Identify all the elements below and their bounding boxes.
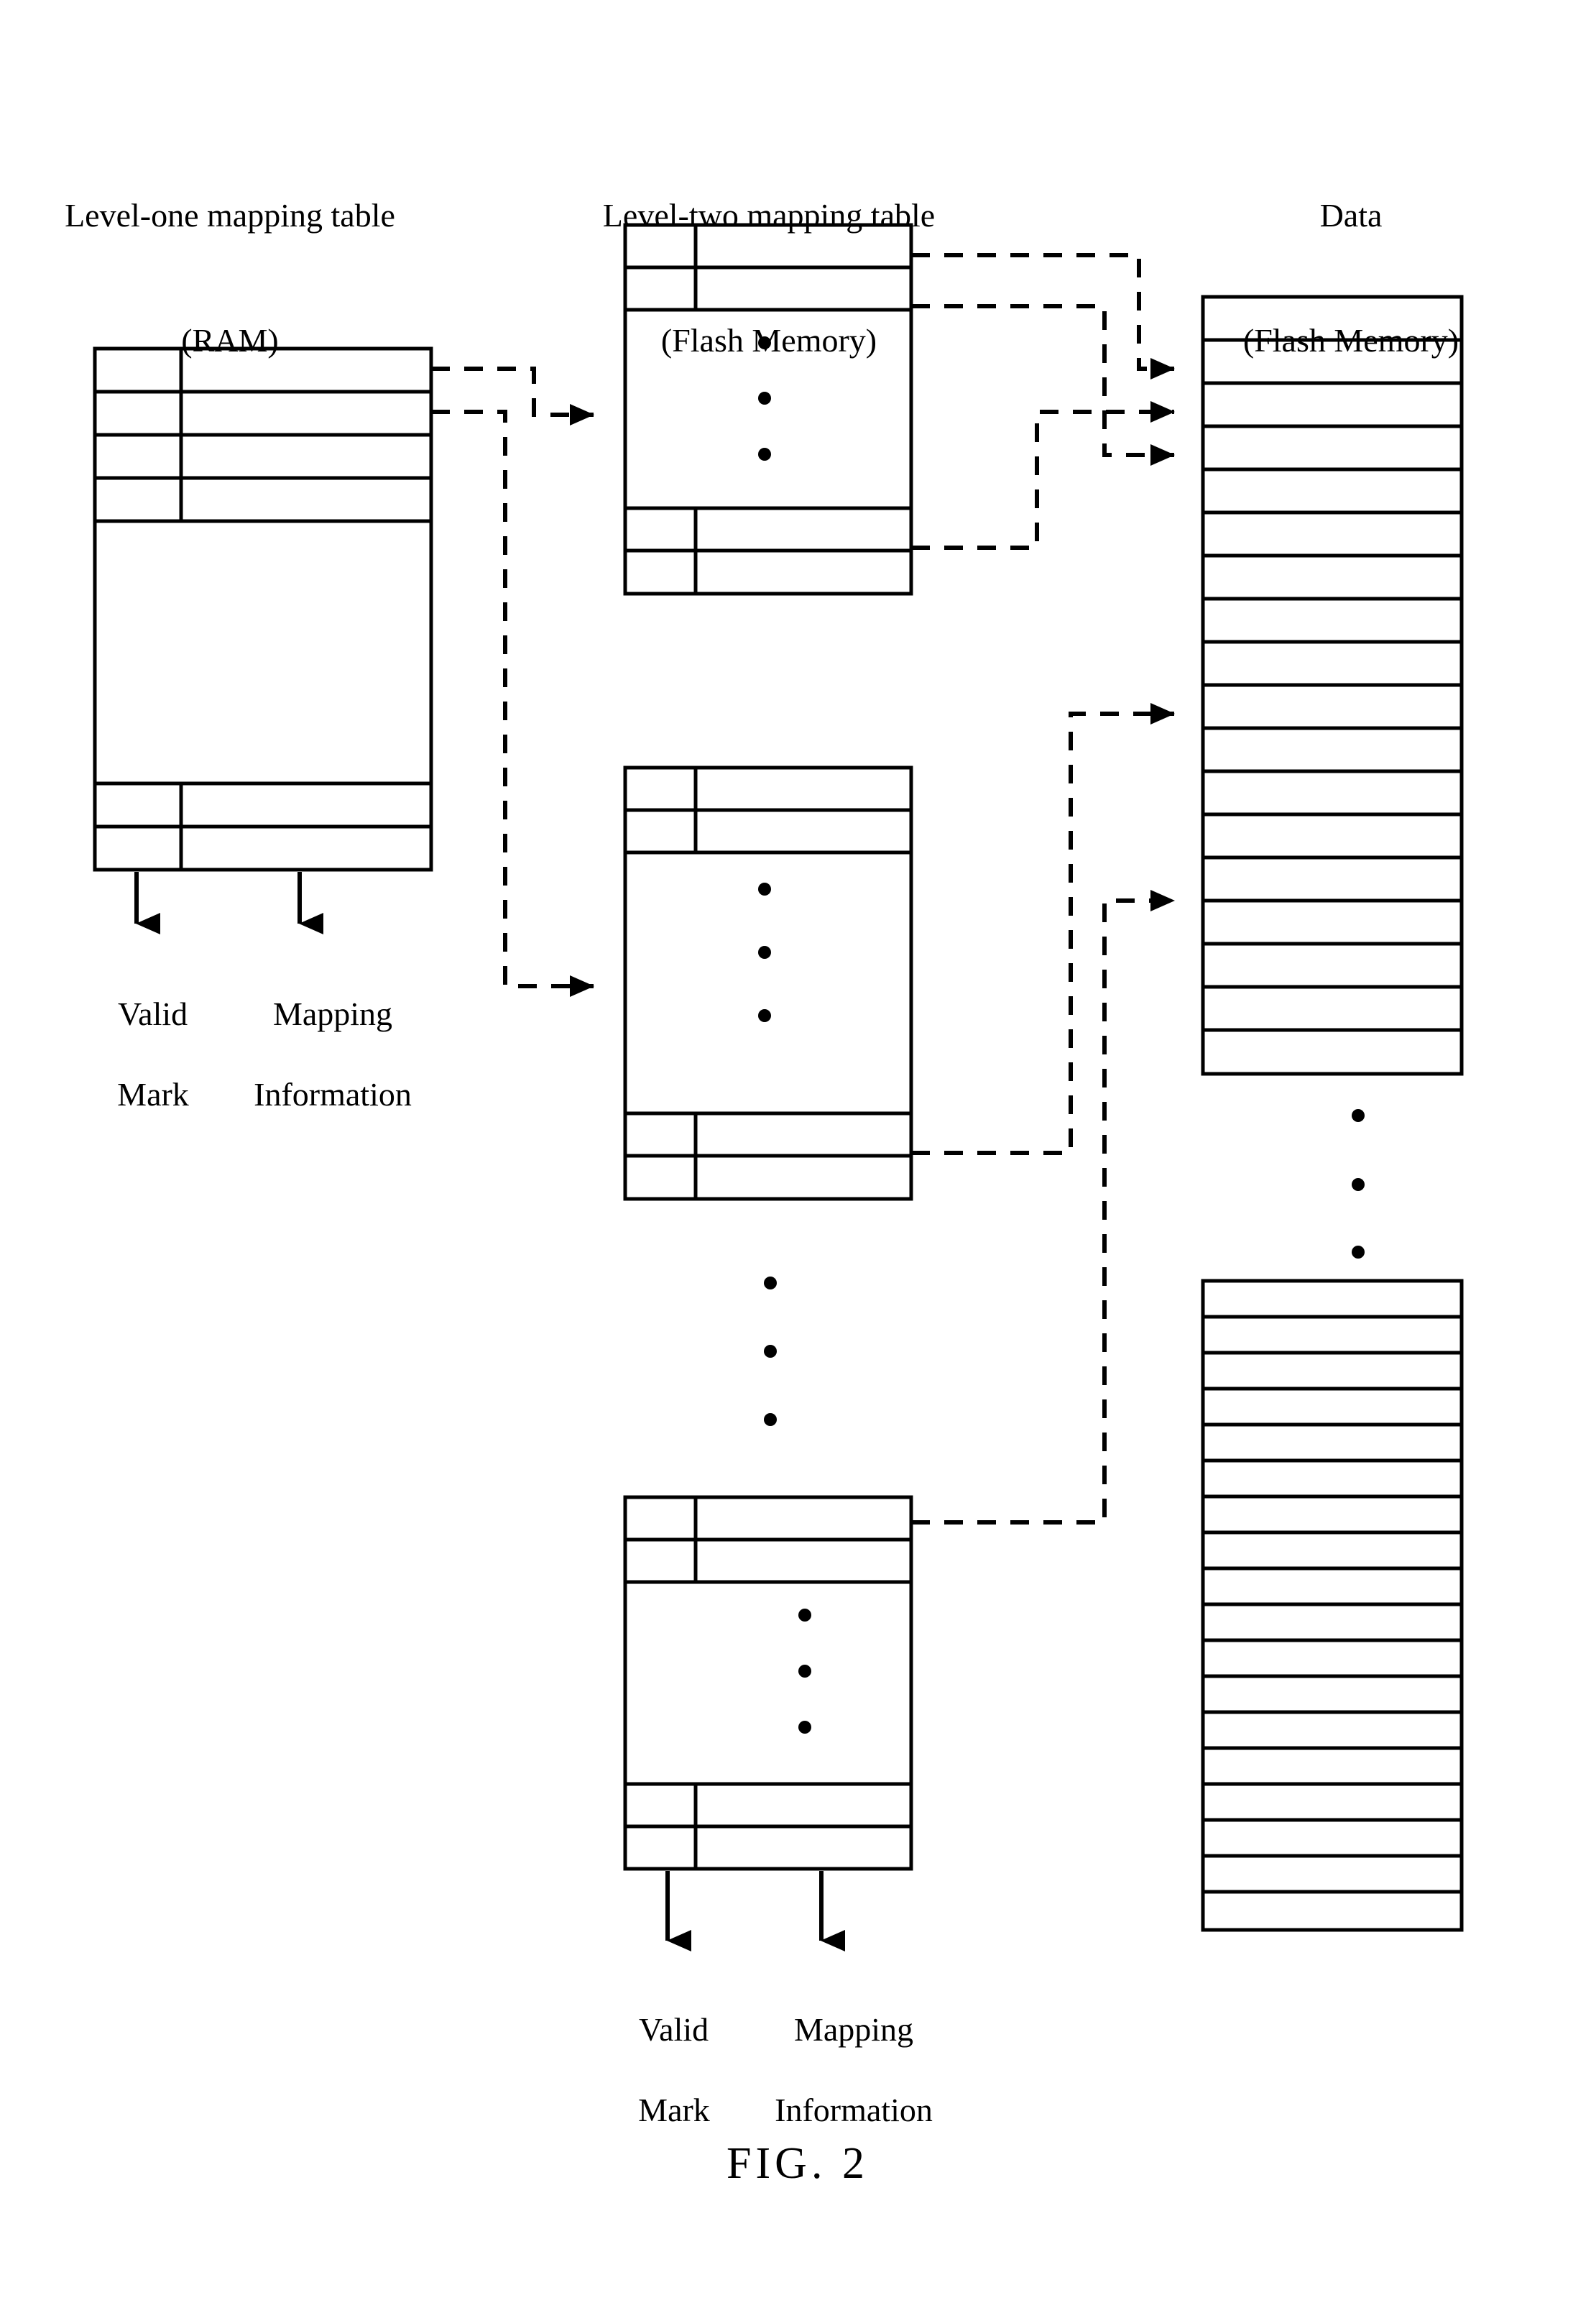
- level-two-mapping-table-2: [623, 765, 913, 1201]
- link-l1-row2-to-l2-table2: [431, 410, 594, 997]
- link-l1-row1-to-l2-table1: [431, 367, 594, 426]
- level-one-field-arrows: [134, 872, 323, 934]
- data-block-1: [1201, 295, 1464, 1076]
- diagram-canvas: [93, 223, 1464, 1951]
- level-two-table-3-ellipsis: [798, 1609, 811, 1734]
- data-blocks-vertical-ellipsis: [1352, 1109, 1365, 1259]
- level-two-tables-vertical-ellipsis: [764, 1277, 777, 1426]
- data-block-2: [1201, 1279, 1464, 1932]
- level-one-mapping-table: [93, 346, 433, 872]
- level-two-field-arrows: [665, 1871, 845, 1951]
- link-l2t1-row1-to-data: [911, 253, 1175, 380]
- figure-page: Level-one mapping table (RAM) Level-two …: [0, 0, 1596, 2313]
- link-l2t1-row2-to-data: [911, 304, 1175, 466]
- link-l2t2-rowN-to-data: [911, 703, 1175, 1155]
- link-l2t3-row1-to-data: [911, 890, 1175, 1525]
- link-l2t1-rowN-to-data: [911, 401, 1175, 550]
- level-two-table-1-ellipsis: [758, 336, 771, 461]
- level-two-mapping-table-1: [623, 223, 913, 596]
- level-two-table-2-ellipsis: [758, 883, 771, 1022]
- level-two-mapping-table-3: [623, 1495, 913, 1871]
